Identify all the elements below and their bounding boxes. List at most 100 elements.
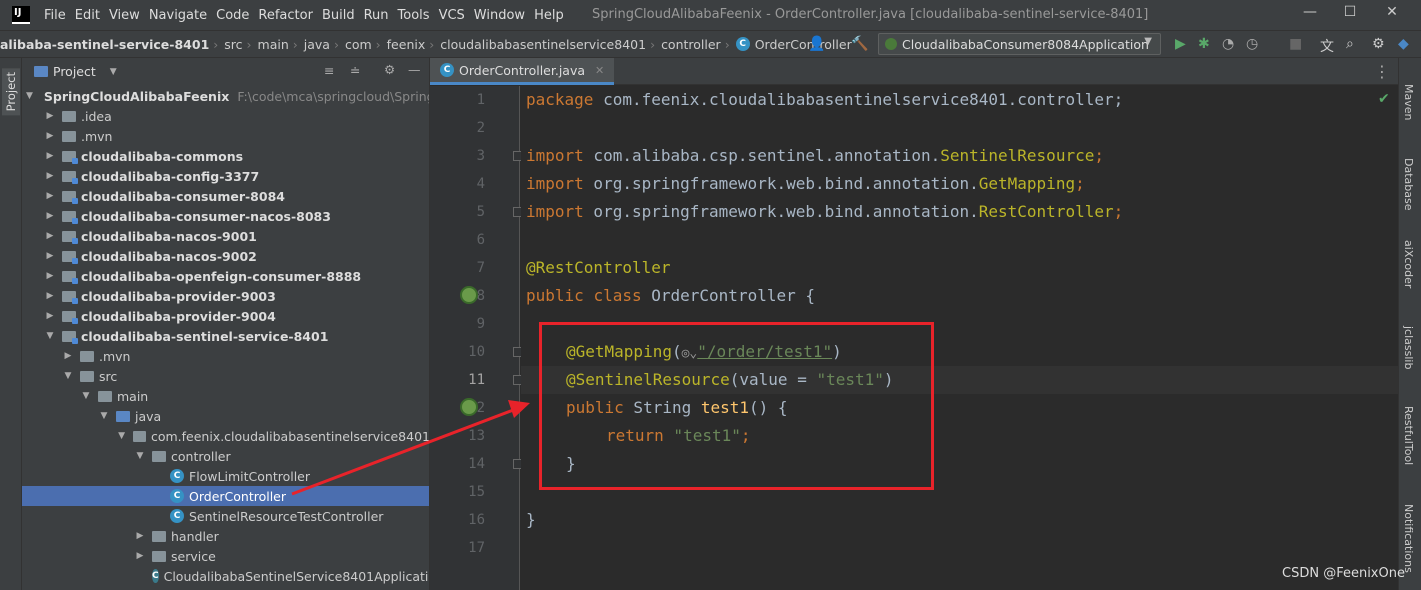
more-options-icon[interactable]: ⋮ bbox=[1374, 62, 1390, 81]
chevron-down-icon: ▼ bbox=[136, 451, 144, 461]
tree-item-service[interactable]: ▶ service bbox=[22, 546, 429, 566]
spring-bean-icon[interactable] bbox=[460, 286, 478, 304]
maximize-icon[interactable]: ☐ bbox=[1340, 4, 1360, 20]
menu-code[interactable]: Code bbox=[216, 6, 249, 25]
tree-item-mvn[interactable]: ▶ .mvn bbox=[22, 126, 429, 146]
inspection-ok-icon[interactable]: ✔ bbox=[1378, 91, 1390, 107]
chevron-right-icon: ▶ bbox=[46, 211, 54, 221]
menu-view[interactable]: View bbox=[109, 6, 140, 25]
tree-item-class-selected[interactable]: C OrderController bbox=[22, 486, 429, 506]
run-icon[interactable]: ▶ bbox=[1175, 36, 1186, 52]
tree-item-module[interactable]: ▶ cloudalibaba-commons bbox=[22, 146, 429, 166]
tree-item-module[interactable]: ▶ cloudalibaba-nacos-9001 bbox=[22, 226, 429, 246]
breadcrumb-src[interactable]: src bbox=[224, 37, 242, 52]
run-configuration-select[interactable]: CloudalibabaConsumer8084Application ▼ bbox=[878, 33, 1161, 55]
breadcrumb-controller[interactable]: controller bbox=[661, 37, 721, 52]
tree-item-main[interactable]: ▼ main bbox=[22, 386, 429, 406]
gear-icon[interactable]: ⚙ bbox=[384, 62, 395, 77]
translate-icon[interactable]: 文 bbox=[1320, 36, 1334, 56]
breadcrumb-module[interactable]: alibaba-sentinel-service-8401 bbox=[0, 37, 209, 52]
chevron-down-icon: ▼ bbox=[82, 391, 90, 401]
menu-refactor[interactable]: Refactor bbox=[258, 6, 313, 25]
tree-item-src[interactable]: ▼ src bbox=[22, 366, 429, 386]
profile-icon[interactable]: ◷ bbox=[1246, 36, 1258, 52]
folder-icon bbox=[62, 110, 76, 122]
maven-tool-button[interactable]: Maven bbox=[1402, 84, 1415, 120]
coverage-icon[interactable]: ◔ bbox=[1222, 36, 1234, 52]
tree-item-module[interactable]: ▶ cloudalibaba-provider-9004 bbox=[22, 306, 429, 326]
menu-window[interactable]: Window bbox=[474, 6, 525, 25]
tree-item-module[interactable]: ▼ cloudalibaba-sentinel-service-8401 bbox=[22, 326, 429, 346]
chevron-down-icon: ▼ bbox=[100, 411, 108, 421]
run-configuration-label: CloudalibabaConsumer8084Application bbox=[902, 36, 1149, 52]
breadcrumb-java[interactable]: java bbox=[304, 37, 330, 52]
tree-root[interactable]: ▼ SpringCloudAlibabaFeenix F:\code\mca\spr… bbox=[22, 86, 429, 106]
plugin-icon[interactable]: ◆ bbox=[1398, 36, 1409, 52]
tree-item-module[interactable]: ▶ cloudalibaba-consumer-8084 bbox=[22, 186, 429, 206]
project-view-select[interactable]: Project bbox=[53, 64, 96, 79]
tab-order-controller[interactable]: C OrderController.java ✕ bbox=[430, 58, 615, 85]
tree-item-java[interactable]: ▼ java bbox=[22, 406, 429, 426]
tree-item-package[interactable]: ▼ com.feenix.cloudalibabasentinelservice8… bbox=[22, 426, 429, 446]
stop-icon[interactable]: ■ bbox=[1289, 36, 1302, 52]
tree-item-label: cloudalibaba-consumer-nacos-8083 bbox=[81, 208, 331, 224]
navigation-bar: alibaba-sentinel-service-8401 › src › main… bbox=[0, 30, 1421, 58]
tree-item-controller[interactable]: ▼ controller bbox=[22, 446, 429, 466]
tree-item-label: CloudalibabaSentinelService8401Applicati… bbox=[163, 568, 430, 584]
tree-item-module[interactable]: ▶ cloudalibaba-provider-9003 bbox=[22, 286, 429, 306]
tree-item-class[interactable]: C FlowLimitController bbox=[22, 466, 429, 486]
project-panel: Project ▼ ≡ ≐ ⚙ — ▼ SpringCloudAlibabaFee… bbox=[22, 58, 430, 590]
menu-run[interactable]: Run bbox=[364, 6, 389, 25]
database-tool-button[interactable]: Database bbox=[1402, 158, 1415, 211]
tree-item-application[interactable]: C CloudalibabaSentinelService8401Applicat… bbox=[22, 566, 430, 586]
breadcrumb-main[interactable]: main bbox=[258, 37, 289, 52]
chevron-down-icon[interactable]: ▼ bbox=[110, 67, 117, 77]
line-number: 4 bbox=[476, 176, 485, 192]
line-number: 15 bbox=[468, 484, 485, 500]
build-hammer-icon[interactable]: 🔨 bbox=[851, 36, 868, 52]
menu-vcs[interactable]: VCS bbox=[439, 6, 465, 25]
jclasslib-tool-button[interactable]: jclasslib bbox=[1402, 326, 1415, 369]
breadcrumb-com[interactable]: com bbox=[345, 37, 372, 52]
restfultool-tool-button[interactable]: RestfulTool bbox=[1402, 406, 1415, 465]
gear-icon[interactable]: ⚙ bbox=[1372, 36, 1385, 52]
hide-panel-icon[interactable]: — bbox=[408, 62, 421, 77]
close-icon[interactable]: ✕ bbox=[1382, 4, 1402, 20]
tree-item-handler[interactable]: ▶ handler bbox=[22, 526, 429, 546]
breadcrumb-class[interactable]: OrderController bbox=[755, 37, 852, 52]
menu-tools[interactable]: Tools bbox=[398, 6, 430, 25]
breadcrumb-package[interactable]: cloudalibabasentinelservice8401 bbox=[440, 37, 646, 52]
user-icon[interactable]: 👤 bbox=[808, 36, 825, 52]
breadcrumb-feenix[interactable]: feenix bbox=[387, 37, 426, 52]
tree-item-mvn[interactable]: ▶ .mvn bbox=[22, 346, 429, 366]
chevron-right-icon: ▶ bbox=[46, 131, 54, 141]
project-tool-button[interactable]: Project bbox=[2, 68, 20, 116]
spring-endpoint-icon[interactable] bbox=[460, 398, 478, 416]
aixcoder-tool-button[interactable]: aiXcoder bbox=[1402, 240, 1415, 288]
tree-item-idea[interactable]: ▶ .idea bbox=[22, 106, 429, 126]
close-tab-icon[interactable]: ✕ bbox=[595, 64, 604, 77]
menu-build[interactable]: Build bbox=[322, 6, 355, 25]
tree-item-module[interactable]: ▶ cloudalibaba-nacos-9002 bbox=[22, 246, 429, 266]
expand-all-icon[interactable]: ≡ bbox=[324, 63, 334, 78]
minimize-icon[interactable]: — bbox=[1300, 4, 1320, 20]
menu-file[interactable]: File bbox=[44, 6, 66, 25]
module-folder-icon bbox=[62, 230, 78, 244]
tree-item-label: cloudalibaba-consumer-8084 bbox=[81, 188, 285, 204]
class-icon: C bbox=[735, 37, 750, 51]
debug-icon[interactable]: ✱ bbox=[1198, 36, 1210, 52]
menu-navigate[interactable]: Navigate bbox=[149, 6, 207, 25]
search-icon[interactable]: ⌕ bbox=[1346, 36, 1354, 52]
collapse-all-icon[interactable]: ≐ bbox=[350, 63, 360, 78]
tree-item-module[interactable]: ▶ cloudalibaba-consumer-nacos-8083 bbox=[22, 206, 429, 226]
menu-help[interactable]: Help bbox=[534, 6, 564, 25]
notifications-tool-button[interactable]: Notifications bbox=[1402, 504, 1415, 573]
menu-edit[interactable]: Edit bbox=[75, 6, 100, 25]
folder-icon bbox=[98, 390, 112, 402]
tree-item-class[interactable]: C SentinelResourceTestController bbox=[22, 506, 429, 526]
tree-item-module[interactable]: ▶ cloudalibaba-openfeign-consumer-8888 bbox=[22, 266, 429, 286]
tree-item-module[interactable]: ▶ cloudalibaba-config-3377 bbox=[22, 166, 429, 186]
project-view-icon bbox=[34, 66, 48, 77]
window-title: SpringCloudAlibabaFeenix - OrderControll… bbox=[592, 7, 1149, 22]
tree-item-label: cloudalibaba-config-3377 bbox=[81, 168, 260, 184]
